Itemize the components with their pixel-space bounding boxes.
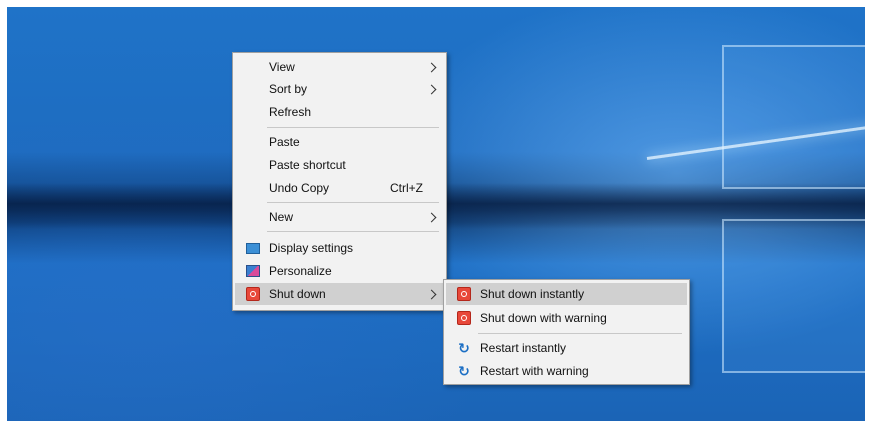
menu-separator	[267, 231, 439, 232]
shut-down-submenu: Shut down instantly Shut down with warni…	[443, 279, 690, 385]
display-icon	[246, 241, 260, 255]
submenu-item-label: Restart instantly	[480, 341, 567, 355]
submenu-item-restart-instantly[interactable]: ↻ Restart instantly	[446, 337, 687, 359]
menu-item-sort-by[interactable]: Sort by	[235, 78, 444, 100]
submenu-item-shut-down-with-warning[interactable]: Shut down with warning	[446, 307, 687, 329]
submenu-item-restart-with-warning[interactable]: ↻ Restart with warning	[446, 360, 687, 382]
power-icon	[457, 287, 471, 301]
restart-icon: ↻	[458, 340, 470, 356]
restart-icon: ↻	[458, 363, 470, 379]
menu-item-refresh[interactable]: Refresh	[235, 101, 444, 123]
menu-item-label: Sort by	[269, 82, 308, 96]
menu-item-shut-down[interactable]: Shut down	[235, 283, 444, 305]
power-icon	[457, 311, 471, 325]
menu-item-label: Paste shortcut	[269, 158, 346, 172]
menu-separator	[267, 202, 439, 203]
submenu-item-shut-down-instantly[interactable]: Shut down instantly	[446, 283, 687, 305]
menu-separator	[267, 127, 439, 128]
menu-item-display-settings[interactable]: Display settings	[235, 237, 444, 259]
menu-item-label: New	[269, 210, 294, 224]
menu-item-undo-copy[interactable]: Undo Copy Ctrl+Z	[235, 177, 444, 199]
menu-item-label: Refresh	[269, 105, 312, 119]
menu-item-label: Paste	[269, 135, 300, 149]
menu-item-label: Display settings	[269, 241, 354, 255]
desktop-context-menu: View Sort by Refresh Paste Paste shortcu…	[232, 52, 447, 311]
menu-item-label: Undo Copy	[269, 181, 330, 195]
submenu-item-label: Restart with warning	[480, 364, 589, 378]
chevron-right-icon	[426, 212, 437, 223]
personalize-icon	[246, 264, 260, 278]
menu-item-paste-shortcut[interactable]: Paste shortcut	[235, 154, 444, 176]
chevron-right-icon	[426, 62, 437, 73]
menu-item-personalize[interactable]: Personalize	[235, 260, 444, 282]
menu-item-label: Personalize	[269, 264, 332, 278]
menu-item-label: Shut down	[269, 287, 326, 301]
window-light-pane	[722, 219, 865, 373]
menu-item-label: View	[269, 60, 295, 74]
menu-item-new[interactable]: New	[235, 206, 444, 228]
window-light-pane	[722, 45, 865, 189]
submenu-item-label: Shut down with warning	[480, 311, 607, 325]
menu-separator	[478, 333, 682, 334]
chevron-right-icon	[426, 84, 437, 95]
menu-item-paste[interactable]: Paste	[235, 131, 444, 153]
chevron-right-icon	[426, 289, 437, 300]
power-icon	[246, 287, 260, 301]
menu-item-view[interactable]: View	[235, 56, 444, 78]
shortcut-label: Ctrl+Z	[390, 181, 423, 195]
submenu-item-label: Shut down instantly	[480, 287, 585, 301]
